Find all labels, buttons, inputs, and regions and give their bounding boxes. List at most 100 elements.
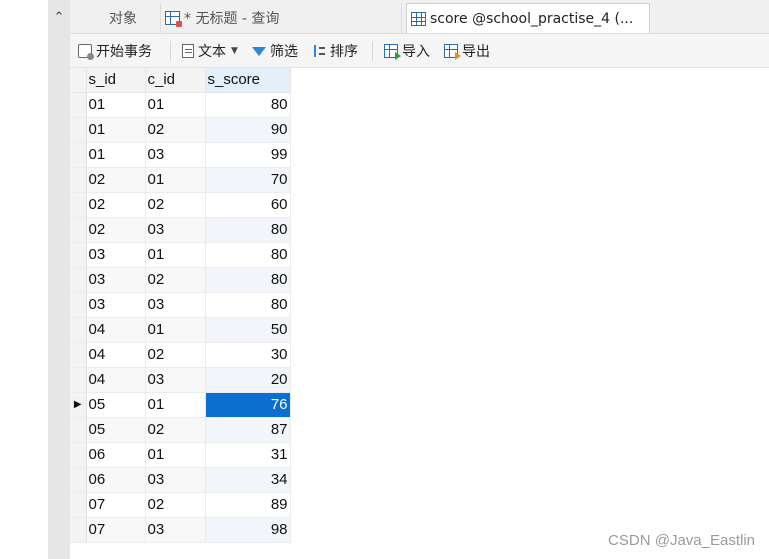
cell-s-score[interactable]: 90 <box>205 117 291 143</box>
cell-s-score[interactable]: 99 <box>205 142 291 168</box>
row-indicator[interactable] <box>70 367 87 393</box>
export-button[interactable]: 导出 <box>444 34 490 68</box>
cell-s-id[interactable]: 03 <box>86 242 146 268</box>
cell-c-id[interactable]: 01 <box>145 167 206 193</box>
cell-s-id[interactable]: 02 <box>86 192 146 218</box>
row-indicator[interactable] <box>70 192 87 218</box>
cell-s-id[interactable]: 04 <box>86 367 146 393</box>
cell-s-score[interactable]: 87 <box>205 417 291 443</box>
cell-s-id[interactable]: 01 <box>86 92 146 118</box>
cell-c-id[interactable]: 02 <box>145 192 206 218</box>
table-row[interactable]: 01 01 80 <box>70 92 291 118</box>
cell-c-id[interactable]: 01 <box>145 317 206 343</box>
cell-s-score[interactable]: 60 <box>205 192 291 218</box>
cell-s-id[interactable]: 07 <box>86 492 146 518</box>
cell-s-id[interactable]: 06 <box>86 467 146 493</box>
cell-s-score[interactable]: 34 <box>205 467 291 493</box>
table-row[interactable]: 05 02 87 <box>70 417 291 443</box>
cell-c-id[interactable]: 03 <box>145 517 206 543</box>
row-indicator[interactable] <box>70 467 87 493</box>
cell-c-id[interactable]: 01 <box>145 442 206 468</box>
cell-c-id[interactable]: 03 <box>145 367 206 393</box>
row-indicator[interactable] <box>70 217 87 243</box>
cell-s-id[interactable]: 02 <box>86 217 146 243</box>
table-row[interactable]: 07 03 98 <box>70 517 291 543</box>
cell-c-id[interactable]: 02 <box>145 417 206 443</box>
table-row[interactable]: 01 03 99 <box>70 142 291 168</box>
text-button[interactable]: 文本 ▼ <box>182 34 238 68</box>
row-indicator[interactable] <box>70 167 87 193</box>
table-row[interactable]: 06 03 34 <box>70 467 291 493</box>
cell-s-score[interactable]: 80 <box>205 92 291 118</box>
tab-table-score[interactable]: score @school_practise_4 (... <box>406 3 650 33</box>
cell-s-id[interactable]: 02 <box>86 167 146 193</box>
cell-s-id[interactable]: 05 <box>86 392 146 418</box>
row-indicator[interactable] <box>70 517 87 543</box>
column-header-c-id[interactable]: c_id <box>145 68 206 93</box>
table-row[interactable]: 03 02 80 <box>70 267 291 293</box>
cell-s-score[interactable]: 76 <box>205 392 291 418</box>
table-row[interactable]: 02 01 70 <box>70 167 291 193</box>
caret-down-icon[interactable]: ▼ <box>231 46 238 56</box>
table-row[interactable]: 01 02 90 <box>70 117 291 143</box>
cell-c-id[interactable]: 02 <box>145 492 206 518</box>
table-row[interactable]: 02 02 60 <box>70 192 291 218</box>
cell-s-score[interactable]: 80 <box>205 267 291 293</box>
cell-s-id[interactable]: 04 <box>86 342 146 368</box>
row-indicator[interactable] <box>70 342 87 368</box>
column-header-s-id[interactable]: s_id <box>86 68 146 93</box>
cell-s-score[interactable]: 89 <box>205 492 291 518</box>
chevron-up-icon[interactable]: ⌃ <box>48 4 70 30</box>
table-row[interactable]: 02 03 80 <box>70 217 291 243</box>
cell-s-id[interactable]: 07 <box>86 517 146 543</box>
row-indicator[interactable] <box>70 242 87 268</box>
cell-s-id[interactable]: 05 <box>86 417 146 443</box>
tab-query[interactable]: * 无标题 - 查询 <box>160 3 402 33</box>
cell-c-id[interactable]: 02 <box>145 117 206 143</box>
table-row[interactable]: 03 03 80 <box>70 292 291 318</box>
table-row[interactable]: 07 02 89 <box>70 492 291 518</box>
cell-s-score[interactable]: 80 <box>205 217 291 243</box>
row-indicator[interactable] <box>70 317 87 343</box>
cell-c-id[interactable]: 02 <box>145 342 206 368</box>
cell-s-id[interactable]: 03 <box>86 267 146 293</box>
current-row-marker[interactable]: ▶ <box>70 392 87 418</box>
row-indicator[interactable] <box>70 417 87 443</box>
cell-s-id[interactable]: 01 <box>86 117 146 143</box>
table-row[interactable]: ▶ 05 01 76 <box>70 392 291 418</box>
begin-transaction-button[interactable]: 开始事务 <box>78 34 152 68</box>
table-row[interactable]: 03 01 80 <box>70 242 291 268</box>
cell-c-id[interactable]: 01 <box>145 92 206 118</box>
cell-s-score[interactable]: 80 <box>205 242 291 268</box>
cell-c-id[interactable]: 03 <box>145 467 206 493</box>
sort-button[interactable]: 排序 <box>312 34 358 68</box>
cell-s-id[interactable]: 06 <box>86 442 146 468</box>
cell-s-score[interactable]: 50 <box>205 317 291 343</box>
row-indicator[interactable] <box>70 492 87 518</box>
cell-s-id[interactable]: 03 <box>86 292 146 318</box>
cell-s-id[interactable]: 04 <box>86 317 146 343</box>
table-row[interactable]: 04 01 50 <box>70 317 291 343</box>
cell-s-score[interactable]: 20 <box>205 367 291 393</box>
import-button[interactable]: 导入 <box>384 34 430 68</box>
cell-c-id[interactable]: 03 <box>145 142 206 168</box>
row-indicator[interactable] <box>70 142 87 168</box>
row-indicator[interactable] <box>70 117 87 143</box>
row-indicator[interactable] <box>70 292 87 318</box>
table-row[interactable]: 06 01 31 <box>70 442 291 468</box>
cell-s-score[interactable]: 70 <box>205 167 291 193</box>
cell-s-id[interactable]: 01 <box>86 142 146 168</box>
column-header-s-score[interactable]: s_score <box>205 68 291 93</box>
cell-s-score[interactable]: 80 <box>205 292 291 318</box>
table-row[interactable]: 04 02 30 <box>70 342 291 368</box>
cell-s-score[interactable]: 30 <box>205 342 291 368</box>
row-indicator[interactable] <box>70 92 87 118</box>
row-indicator[interactable] <box>70 442 87 468</box>
cell-c-id[interactable]: 01 <box>145 392 206 418</box>
table-row[interactable]: 04 03 20 <box>70 367 291 393</box>
cell-c-id[interactable]: 03 <box>145 292 206 318</box>
tab-objects[interactable]: 对象 <box>88 3 158 33</box>
filter-button[interactable]: 筛选 <box>252 34 298 68</box>
cell-c-id[interactable]: 02 <box>145 267 206 293</box>
cell-s-score[interactable]: 98 <box>205 517 291 543</box>
